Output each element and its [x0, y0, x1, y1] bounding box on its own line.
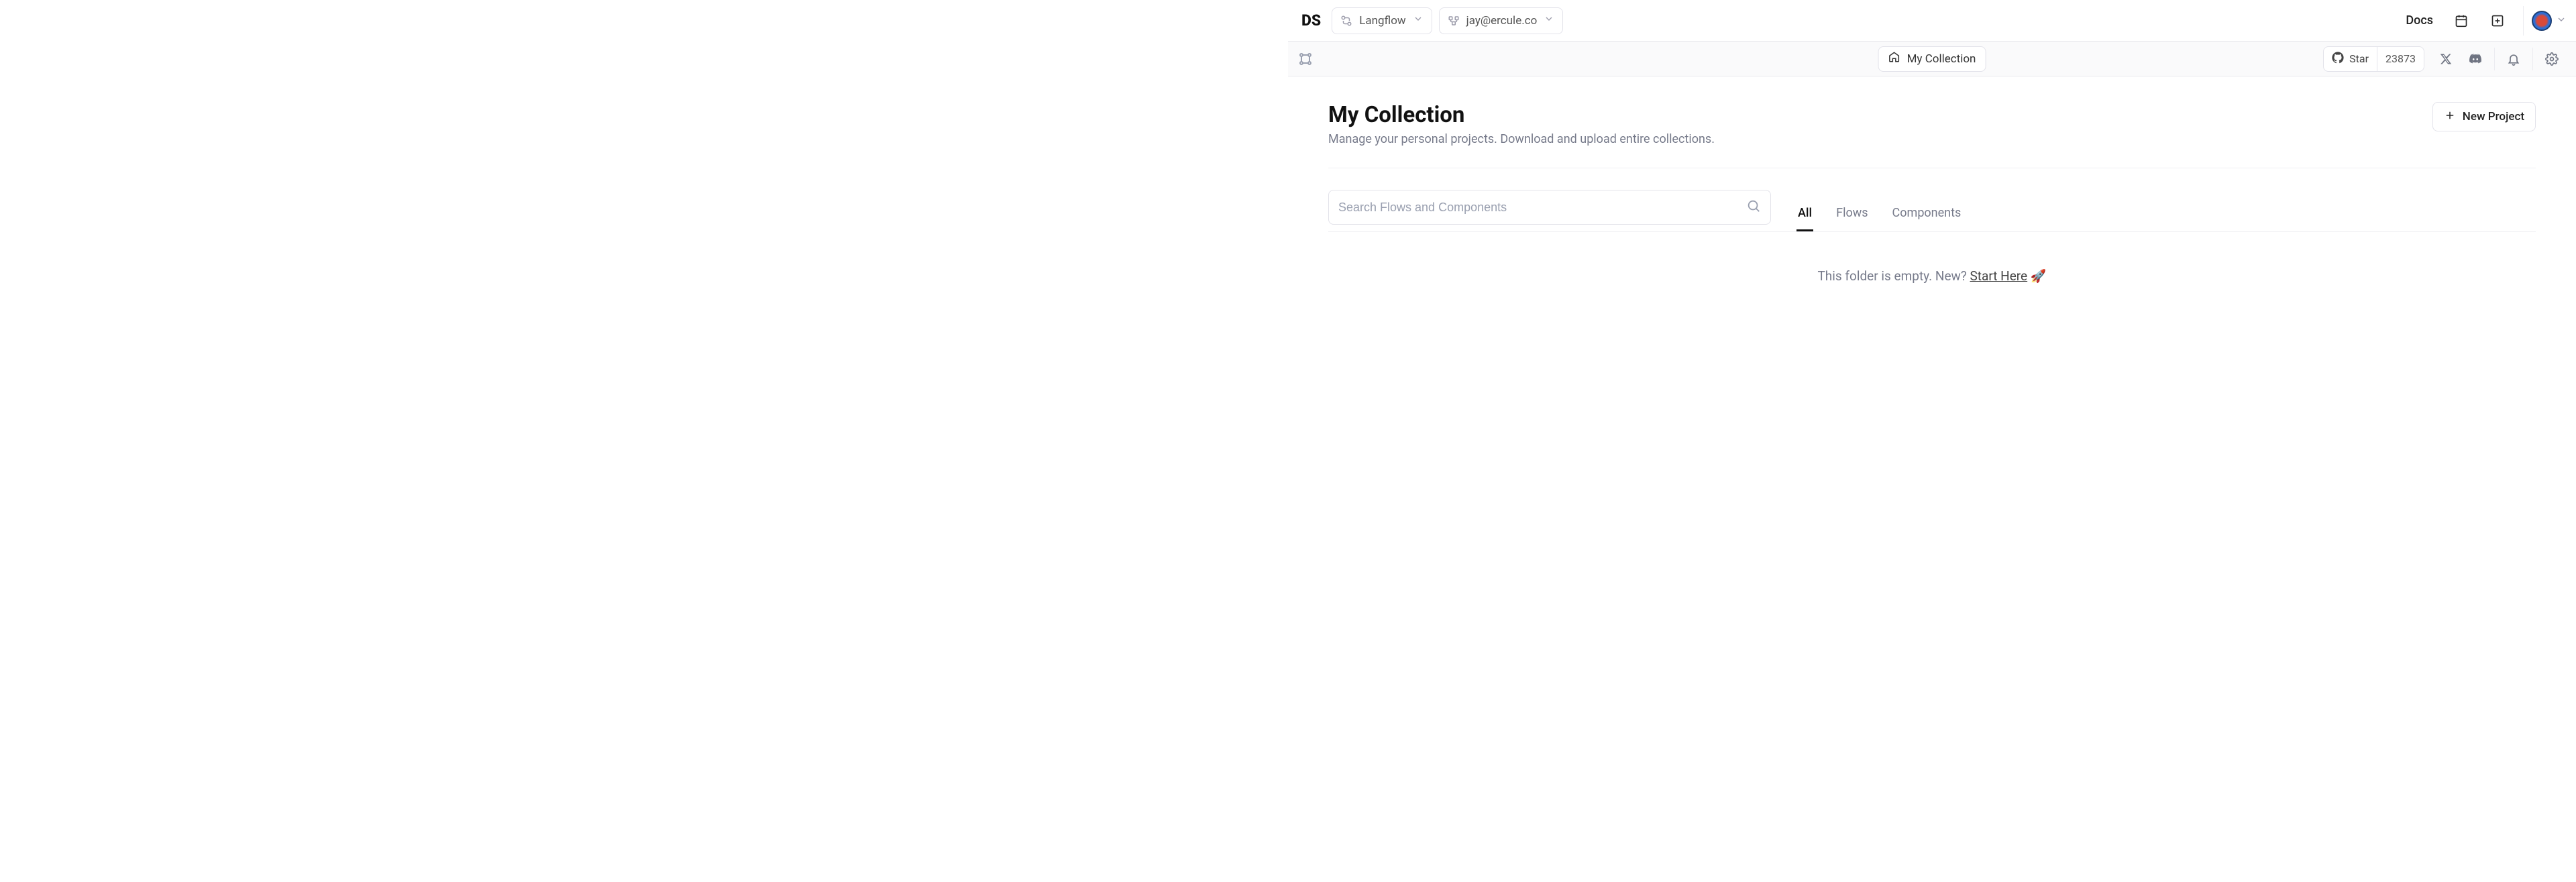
plus-icon	[2444, 109, 2456, 125]
top-header: DS Langflow jay@ercule.co Docs	[1288, 0, 2576, 42]
empty-text: This folder is empty. New?	[1817, 268, 1970, 284]
user-menu[interactable]	[2523, 6, 2567, 36]
org-icon	[1448, 15, 1460, 27]
search-icon	[1746, 199, 1761, 216]
workspace-dropdown[interactable]: Langflow	[1332, 7, 1432, 34]
avatar	[2532, 11, 2552, 31]
page-title: My Collection	[1328, 102, 1715, 128]
sub-header: My Collection Star 23873	[1288, 42, 2576, 76]
chevron-down-icon	[1413, 13, 1424, 27]
tab-components[interactable]: Components	[1891, 197, 1963, 231]
rocket-emoji: 🚀	[2031, 268, 2047, 284]
new-project-button[interactable]: New Project	[2432, 102, 2536, 131]
chain-icon	[1297, 51, 1313, 67]
left-blank-panel	[0, 0, 1288, 882]
account-dropdown[interactable]: jay@ercule.co	[1439, 7, 1564, 34]
github-icon	[2332, 52, 2344, 66]
app-panel: DS Langflow jay@ercule.co Docs	[1288, 0, 2576, 882]
add-panel-icon[interactable]	[2483, 6, 2512, 36]
tab-flows[interactable]: Flows	[1835, 197, 1869, 231]
gear-icon[interactable]	[2537, 44, 2567, 74]
star-count: 23873	[2377, 47, 2424, 71]
github-star-button[interactable]: Star 23873	[2323, 46, 2424, 72]
search-input[interactable]	[1338, 201, 1739, 215]
workspace-icon	[1340, 15, 1352, 27]
workspace-label: Langflow	[1359, 14, 1405, 27]
calendar-icon[interactable]	[2447, 6, 2476, 36]
app-logo[interactable]: DS	[1297, 11, 1325, 30]
chevron-down-icon	[1544, 13, 1554, 27]
discord-icon[interactable]	[2461, 44, 2490, 74]
tabs: All Flows Components	[1796, 197, 1962, 231]
bell-icon[interactable]	[2499, 44, 2528, 74]
star-label: Star	[2349, 52, 2369, 65]
separator	[2532, 48, 2533, 70]
home-icon	[1888, 51, 1900, 66]
collection-breadcrumb[interactable]: My Collection	[1878, 46, 1986, 72]
x-twitter-icon[interactable]	[2431, 44, 2461, 74]
search-box[interactable]	[1328, 190, 1771, 225]
account-label: jay@ercule.co	[1466, 14, 1538, 27]
docs-link[interactable]: Docs	[2399, 13, 2440, 27]
tab-all[interactable]: All	[1796, 197, 1813, 231]
start-here-link[interactable]: Start Here	[1970, 268, 2028, 284]
chevron-down-icon	[2556, 14, 2567, 27]
collection-label: My Collection	[1907, 52, 1976, 66]
separator	[2494, 48, 2495, 70]
page-subtitle: Manage your personal projects. Download …	[1328, 132, 1715, 146]
main-content: My Collection Manage your personal proje…	[1288, 76, 2576, 882]
new-project-label: New Project	[2463, 110, 2524, 123]
empty-state: This folder is empty. New? Start Here 🚀	[1328, 268, 2536, 284]
